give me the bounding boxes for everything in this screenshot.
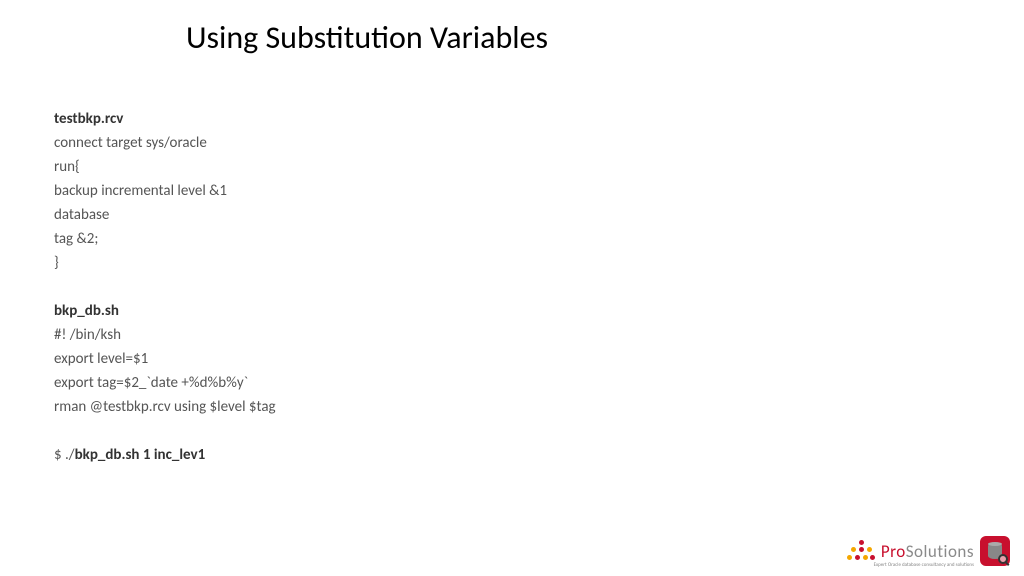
code-line: rman @testbkp.rcv using $level $tag (54, 395, 1024, 419)
code-line: export tag=$2_`date +%d%b%y` (54, 371, 1024, 395)
code-line: run{ (54, 155, 1024, 179)
logo-text-pro: Pro (881, 541, 906, 562)
code-line: tag &2; (54, 227, 1024, 251)
command-text: bkp_db.sh 1 inc_lev1 (75, 446, 206, 464)
code-line: #! /bin/ksh (54, 323, 1024, 347)
logo-text-wrap: ProSolutions Expert Oracle database cons… (881, 541, 974, 562)
filename-1: testbkp.rcv (54, 107, 1024, 131)
logo-text: ProSolutions (881, 541, 974, 562)
code-line: export level=$1 (54, 347, 1024, 371)
code-line: connect target sys/oracle (54, 131, 1024, 155)
command-line: $ ./bkp_db.sh 1 inc_lev1 (54, 443, 1024, 467)
slide-content: testbkp.rcv connect target sys/oracle ru… (0, 57, 1024, 467)
brand-logo: ProSolutions Expert Oracle database cons… (847, 536, 1010, 566)
logo-dots-icon (847, 537, 875, 565)
slide-title: Using Substitution Variables (0, 0, 1024, 57)
logo-text-solutions: Solutions (906, 541, 974, 562)
code-line: database (54, 203, 1024, 227)
logo-tagline: Expert Oracle database consultancy and s… (874, 562, 974, 568)
filename-2: bkp_db.sh (54, 299, 1024, 323)
code-line: } (54, 251, 1024, 275)
code-line: backup incremental level &1 (54, 179, 1024, 203)
database-search-icon (980, 536, 1010, 566)
command-prefix: $ ./ (54, 446, 75, 464)
